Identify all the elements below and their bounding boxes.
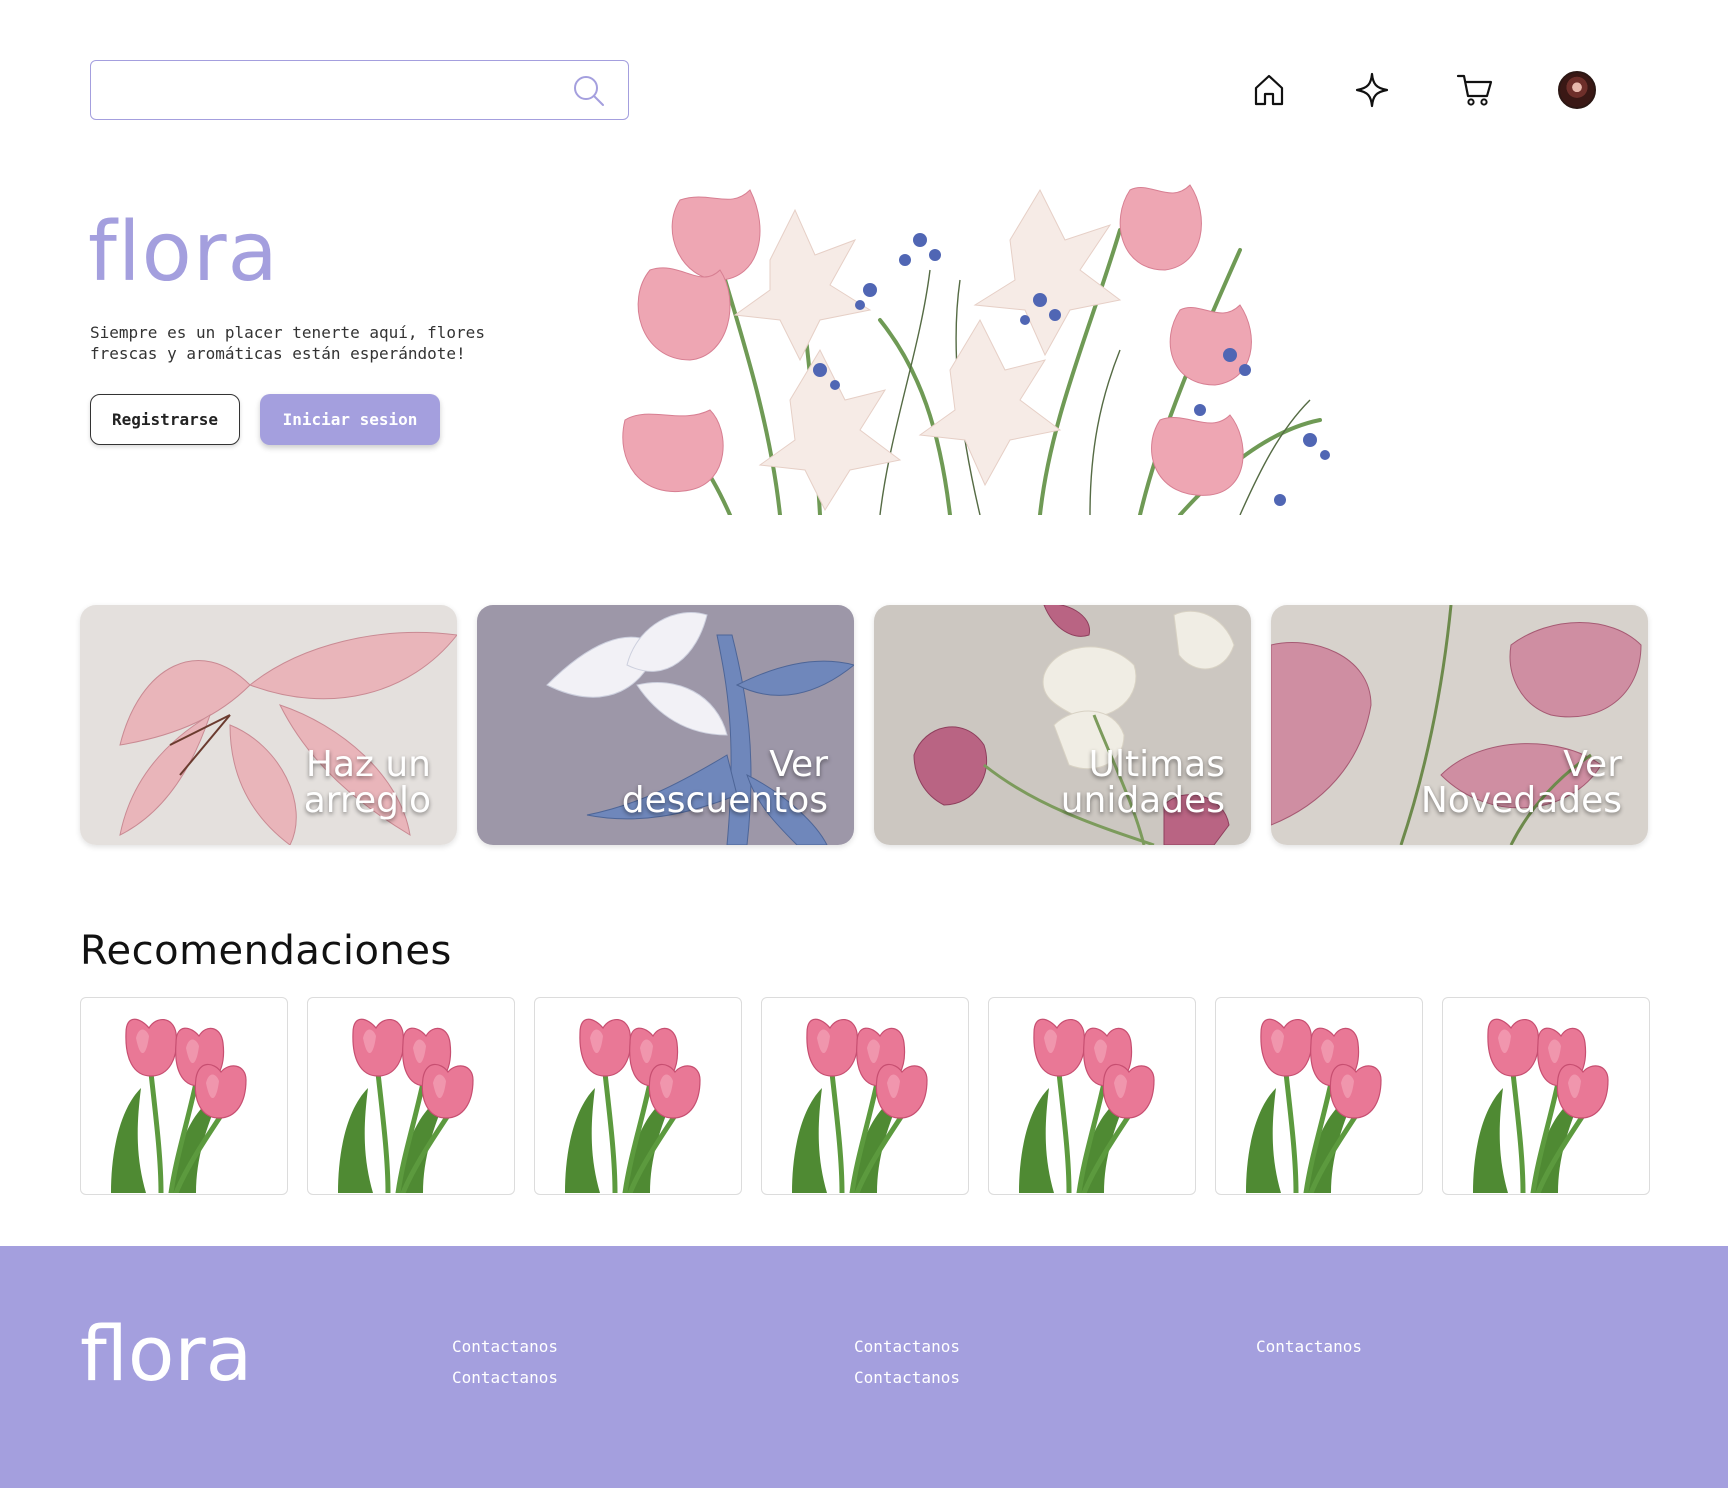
product-card[interactable]: [80, 997, 288, 1195]
footer: flora Contactanos Contactanos Contactano…: [0, 1246, 1728, 1488]
tulip-product-image: [1473, 1018, 1609, 1194]
tulip-product-image: [792, 1018, 928, 1194]
search-input[interactable]: [91, 61, 561, 119]
page-title: flora: [88, 205, 279, 300]
category-label: Ultimas unidades: [1060, 744, 1225, 821]
tulip-product-image: [338, 1018, 474, 1194]
cart-icon[interactable]: [1455, 70, 1495, 110]
category-card-new[interactable]: Ver Novedades: [1271, 605, 1648, 845]
tulip-product-image: [1246, 1018, 1382, 1194]
search-icon[interactable]: [572, 74, 606, 108]
product-card[interactable]: [761, 997, 969, 1195]
avatar[interactable]: [1558, 71, 1596, 109]
category-label: Ver Novedades: [1420, 744, 1622, 821]
category-label: Ver descuentos: [621, 744, 828, 821]
footer-brand: flora: [80, 1309, 253, 1398]
product-card[interactable]: [534, 997, 742, 1195]
footer-link-contact[interactable]: Contactanos: [452, 1337, 558, 1356]
tulip-product-image: [1019, 1018, 1155, 1194]
tulip-product-image: [111, 1018, 247, 1194]
register-button[interactable]: Registrarse: [90, 394, 240, 445]
category-card-arrangement[interactable]: Haz un arreglo: [80, 605, 457, 845]
hero-flowers-image: [620, 170, 1400, 515]
category-card-discounts[interactable]: Ver descuentos: [477, 605, 854, 845]
category-card-last-units[interactable]: Ultimas unidades: [874, 605, 1251, 845]
footer-link-contact[interactable]: Contactanos: [854, 1337, 960, 1356]
footer-link-contact[interactable]: Contactanos: [1256, 1337, 1362, 1356]
footer-link-contact[interactable]: Contactanos: [854, 1368, 960, 1387]
product-card[interactable]: [307, 997, 515, 1195]
sparkle-icon[interactable]: [1352, 70, 1392, 110]
home-icon[interactable]: [1249, 70, 1289, 110]
search-box[interactable]: [90, 60, 629, 120]
footer-link-contact[interactable]: Contactanos: [452, 1368, 558, 1387]
product-card[interactable]: [988, 997, 1196, 1195]
recommendations-title: Recomendaciones: [80, 928, 452, 974]
product-card[interactable]: [1215, 997, 1423, 1195]
tagline: Siempre es un placer tenerte aquí, flore…: [90, 323, 485, 363]
tulip-product-image: [565, 1018, 701, 1194]
product-card[interactable]: [1442, 997, 1650, 1195]
category-label: Haz un arreglo: [303, 744, 431, 821]
login-button[interactable]: Iniciar sesion: [260, 394, 440, 445]
